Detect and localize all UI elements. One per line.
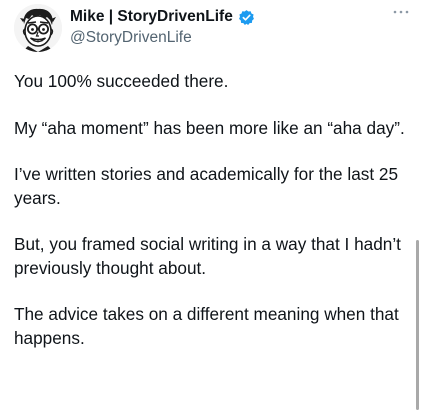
tweet-card: Mike | StoryDrivenLife @StoryDrivenLife … — [0, 0, 423, 410]
tweet-paragraph: The advice takes on a different meaning … — [14, 304, 399, 348]
tweet-text: You 100% succeeded there. My “aha moment… — [14, 70, 406, 373]
more-options-icon[interactable] — [391, 5, 411, 19]
author-name-row: Mike | StoryDrivenLife — [70, 8, 255, 26]
scrollbar[interactable] — [416, 240, 419, 410]
tweet-paragraph: I’ve written stories and academically fo… — [14, 164, 399, 208]
tweet-paragraph: You 100% succeeded there. — [14, 71, 229, 91]
author-display-name[interactable]: Mike | StoryDrivenLife — [70, 8, 233, 26]
tweet-paragraph: But, you framed social writing in a way … — [14, 234, 401, 278]
verified-badge-icon — [238, 9, 255, 26]
tweet-paragraph: My “aha moment” has been more like an “a… — [14, 117, 405, 138]
avatar[interactable] — [14, 4, 62, 52]
cartoon-man-avatar-icon — [14, 4, 62, 52]
author-handle[interactable]: @StoryDrivenLife — [70, 29, 192, 47]
